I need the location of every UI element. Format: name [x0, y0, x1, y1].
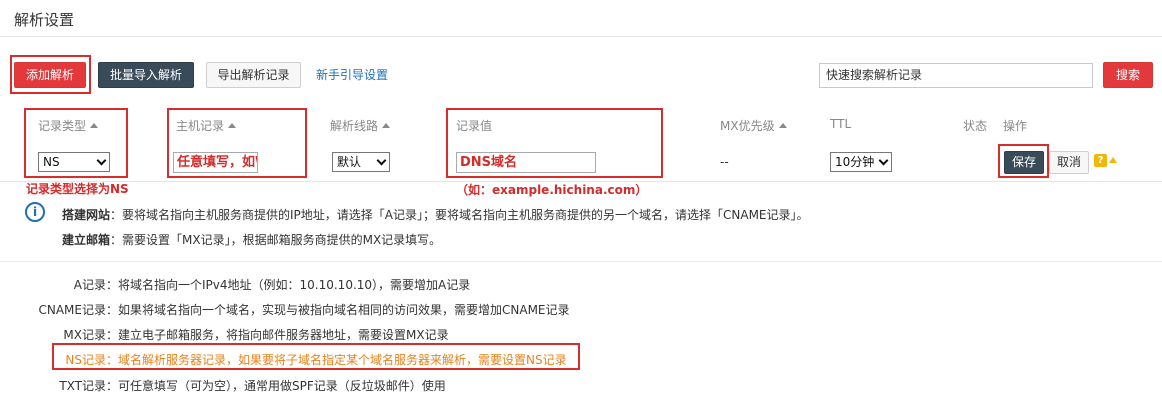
sort-caret-icon: [382, 123, 391, 128]
chevron-down-icon: [376, 155, 387, 166]
header-mx-priority[interactable]: MX优先级: [720, 117, 787, 134]
record-type-desc-txt: TXT记录：可任意填写（可为空），通常用做SPF记录（反垃圾邮件）使用: [59, 379, 446, 393]
title-divider: [0, 36, 1162, 37]
highlight-add-record: [10, 55, 91, 94]
highlight-save: [998, 144, 1049, 178]
search-button[interactable]: 搜索: [1103, 62, 1153, 88]
record-type-desc-cname: CNAME记录：如果将域名指向一个域名，实现与被指向域名相同的访问效果，需要增加…: [38, 303, 570, 317]
record-type-desc-mx: MX记录：建立电子邮箱服务，将指向邮件服务器地址，需要设置MX记录: [63, 328, 449, 342]
header-ttl: TTL: [830, 117, 852, 131]
mx-priority-value: --: [720, 155, 729, 169]
batch-import-button[interactable]: 批量导入解析: [98, 62, 194, 88]
record-type-desc-a: A记录：将域名指向一个IPv4地址（例如：10.10.10.10），需要增加A记…: [73, 278, 471, 292]
header-line[interactable]: 解析线路: [330, 117, 391, 134]
export-records-button[interactable]: 导出解析记录: [206, 62, 301, 88]
highlight-record-type: [24, 108, 128, 178]
info-icon: i: [25, 202, 45, 222]
help-icon[interactable]: ?: [1094, 154, 1107, 167]
sort-caret-icon: [778, 123, 787, 128]
page-title: 解析设置: [14, 11, 75, 29]
collapse-arrow-icon[interactable]: [1109, 157, 1117, 163]
highlight-ns-record: [52, 343, 580, 370]
highlight-record-value: [446, 108, 663, 178]
chevron-down-icon: [878, 155, 889, 166]
cancel-button[interactable]: 取消: [1049, 151, 1089, 174]
guide-settings-link[interactable]: 新手引导设置: [316, 66, 388, 83]
info-divider: [0, 261, 1162, 262]
search-input[interactable]: 快速搜索解析记录: [819, 63, 1093, 88]
header-actions: 操作: [1003, 119, 1028, 133]
line-select[interactable]: 默认: [332, 152, 390, 172]
info-website-line: 搭建网站：要将域名指向主机服务商提供的IP地址，请选择「A记录」；要将域名指向主…: [62, 208, 809, 222]
highlight-host: [167, 108, 307, 178]
info-mail-line: 建立邮箱：需要设置「MX记录」，根据邮箱服务商提供的MX记录填写。: [62, 233, 442, 247]
ttl-select[interactable]: 10分钟: [830, 152, 892, 172]
header-status: 状态: [963, 119, 988, 133]
